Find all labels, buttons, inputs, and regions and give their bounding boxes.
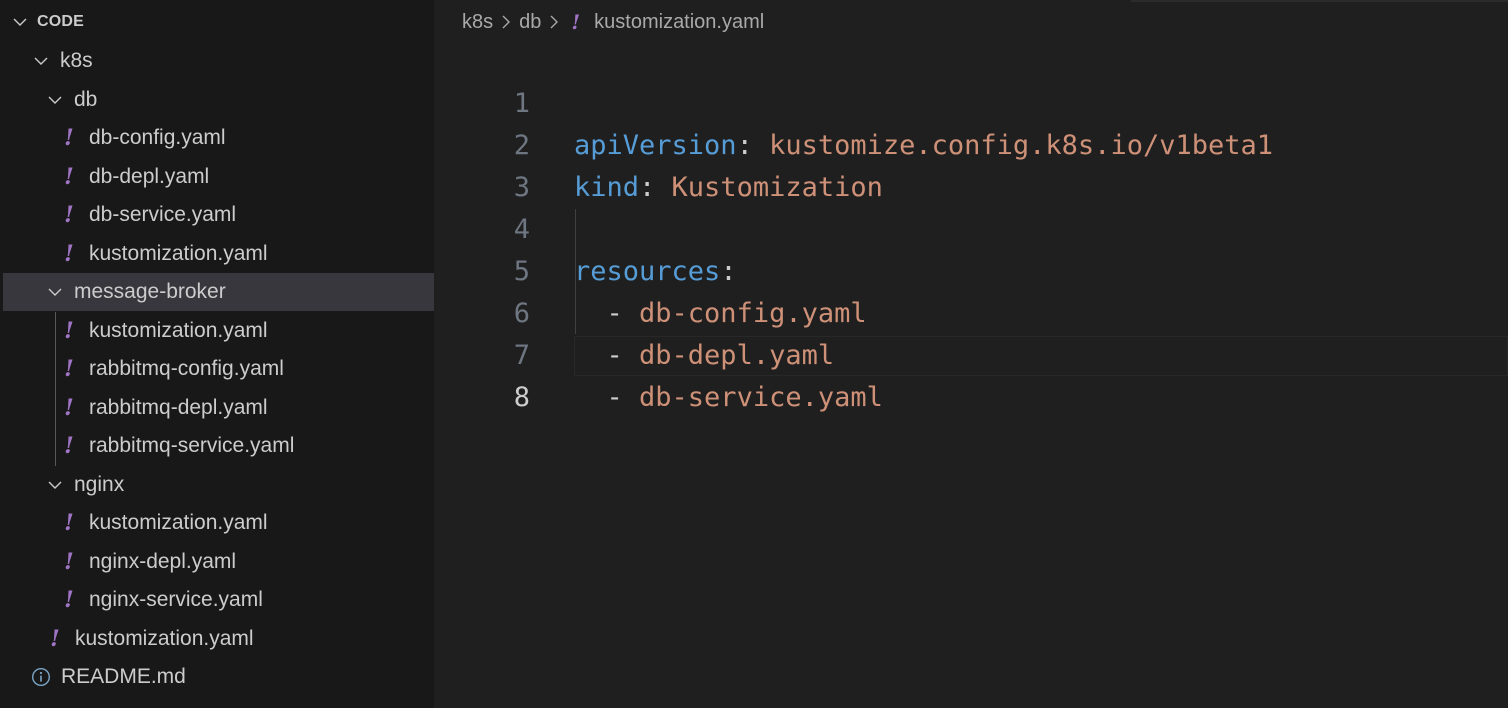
tree-file-db-kustomization[interactable]: ! kustomization.yaml — [3, 235, 434, 273]
tree-item-label: kustomization.yaml — [89, 319, 268, 342]
yaml-value: db-service.yaml — [639, 382, 883, 413]
tree-folder-k8s[interactable]: k8s — [3, 42, 434, 80]
tree-item-label: kustomization.yaml — [89, 511, 268, 534]
chevron-down-icon — [48, 89, 62, 111]
tree-file-k8s-kustomization[interactable]: ! kustomization.yaml — [3, 620, 434, 658]
code-line[interactable]: 7 - db-service.yaml — [434, 293, 1508, 413]
chevron-down-icon — [13, 11, 27, 33]
tree-item-label: k8s — [60, 49, 93, 72]
yaml-file-icon: ! — [50, 626, 60, 652]
line-number: 8 — [513, 382, 530, 413]
yaml-file-icon: ! — [64, 510, 74, 536]
code-line[interactable]: 6 - db-depl.yaml — [434, 251, 1508, 371]
vscode-window: CODE k8s db ! db-config.yaml ! db-depl.y… — [0, 0, 1508, 708]
breadcrumb-item-k8s[interactable]: k8s — [462, 11, 493, 34]
yaml-file-icon: ! — [64, 549, 74, 575]
chevron-down-icon — [34, 50, 48, 72]
tree-item-label: README.md — [61, 665, 186, 688]
tree-file-rabbitmq-service[interactable]: ! rabbitmq-service.yaml — [3, 427, 434, 465]
tree-file-db-depl[interactable]: ! db-depl.yaml — [3, 158, 434, 196]
explorer-sidebar: CODE k8s db ! db-config.yaml ! db-depl.y… — [0, 0, 434, 708]
explorer-section-header[interactable]: CODE — [3, 3, 434, 41]
yaml-file-icon: ! — [64, 202, 74, 228]
code-line[interactable]: 3 — [434, 125, 1508, 203]
tree-item-label: db-config.yaml — [89, 126, 226, 149]
code-line[interactable]: 1 apiVersion: kustomize.config.k8s.io/v1… — [434, 41, 1508, 161]
tree-item-label: db-service.yaml — [89, 203, 237, 226]
tree-item-label: nginx-service.yaml — [89, 588, 263, 611]
code-line[interactable]: 4 resources: — [434, 167, 1508, 287]
tree-file-db-config[interactable]: ! db-config.yaml — [3, 119, 434, 157]
tab-strip-border — [1131, 0, 1508, 2]
tree-file-nginx-depl[interactable]: ! nginx-depl.yaml — [3, 543, 434, 581]
code-line-active[interactable]: 8 — [434, 335, 1508, 413]
yaml-file-icon: ! — [64, 433, 74, 459]
code-line[interactable]: 2 kind: Kustomization — [434, 83, 1508, 203]
tree-folder-message-broker[interactable]: message-broker — [3, 273, 434, 311]
breadcrumb-item-db[interactable]: db — [519, 11, 541, 34]
tree-item-label: rabbitmq-service.yaml — [89, 434, 295, 457]
yaml-file-icon: ! — [64, 395, 74, 421]
yaml-file-icon: ! — [64, 318, 74, 344]
tree-file-readme[interactable]: README.md — [3, 658, 434, 696]
tree-file-rabbitmq-depl[interactable]: ! rabbitmq-depl.yaml — [3, 389, 434, 427]
yaml-file-icon: ! — [64, 241, 74, 267]
chevron-down-icon — [48, 281, 62, 303]
yaml-file-icon: ! — [64, 164, 74, 190]
tree-file-nginx-kustomization[interactable]: ! kustomization.yaml — [3, 504, 434, 542]
tree-item-label: db — [74, 88, 98, 111]
tree-item-label: nginx — [74, 473, 125, 496]
tree-folder-nginx[interactable]: nginx — [3, 466, 434, 504]
tree-file-mb-kustomization[interactable]: ! kustomization.yaml — [3, 312, 434, 350]
editor-pane: k8s db ! kustomization.yaml 1 apiVersion… — [434, 0, 1508, 708]
tree-item-label: db-depl.yaml — [89, 165, 210, 188]
explorer-section-title: CODE — [37, 13, 85, 30]
tree-file-rabbitmq-config[interactable]: ! rabbitmq-config.yaml — [3, 350, 434, 388]
tree-file-db-service[interactable]: ! db-service.yaml — [3, 196, 434, 234]
tree-item-label: kustomization.yaml — [89, 242, 268, 265]
yaml-punctuation: - — [574, 382, 640, 413]
tree-item-label: rabbitmq-config.yaml — [89, 357, 284, 380]
breadcrumb-item-file[interactable]: kustomization.yaml — [594, 11, 764, 34]
yaml-file-icon: ! — [571, 10, 581, 34]
breadcrumb: k8s db ! kustomization.yaml — [462, 8, 764, 36]
chevron-right-icon — [501, 13, 511, 31]
yaml-file-icon: ! — [64, 587, 74, 613]
tree-item-label: rabbitmq-depl.yaml — [89, 396, 268, 419]
yaml-file-icon: ! — [64, 356, 74, 382]
yaml-file-icon: ! — [64, 125, 74, 151]
chevron-right-icon — [549, 13, 559, 31]
chevron-down-icon — [48, 474, 62, 496]
tree-item-label: nginx-depl.yaml — [89, 550, 237, 573]
info-icon — [31, 667, 51, 687]
tree-folder-db[interactable]: db — [3, 81, 434, 119]
tree-item-label: kustomization.yaml — [75, 627, 254, 650]
tree-file-nginx-service[interactable]: ! nginx-service.yaml — [3, 581, 434, 619]
code-line[interactable]: 5 - db-config.yaml — [434, 209, 1508, 329]
line-content: - db-service.yaml — [574, 377, 883, 419]
tree-item-label: message-broker — [74, 280, 226, 303]
